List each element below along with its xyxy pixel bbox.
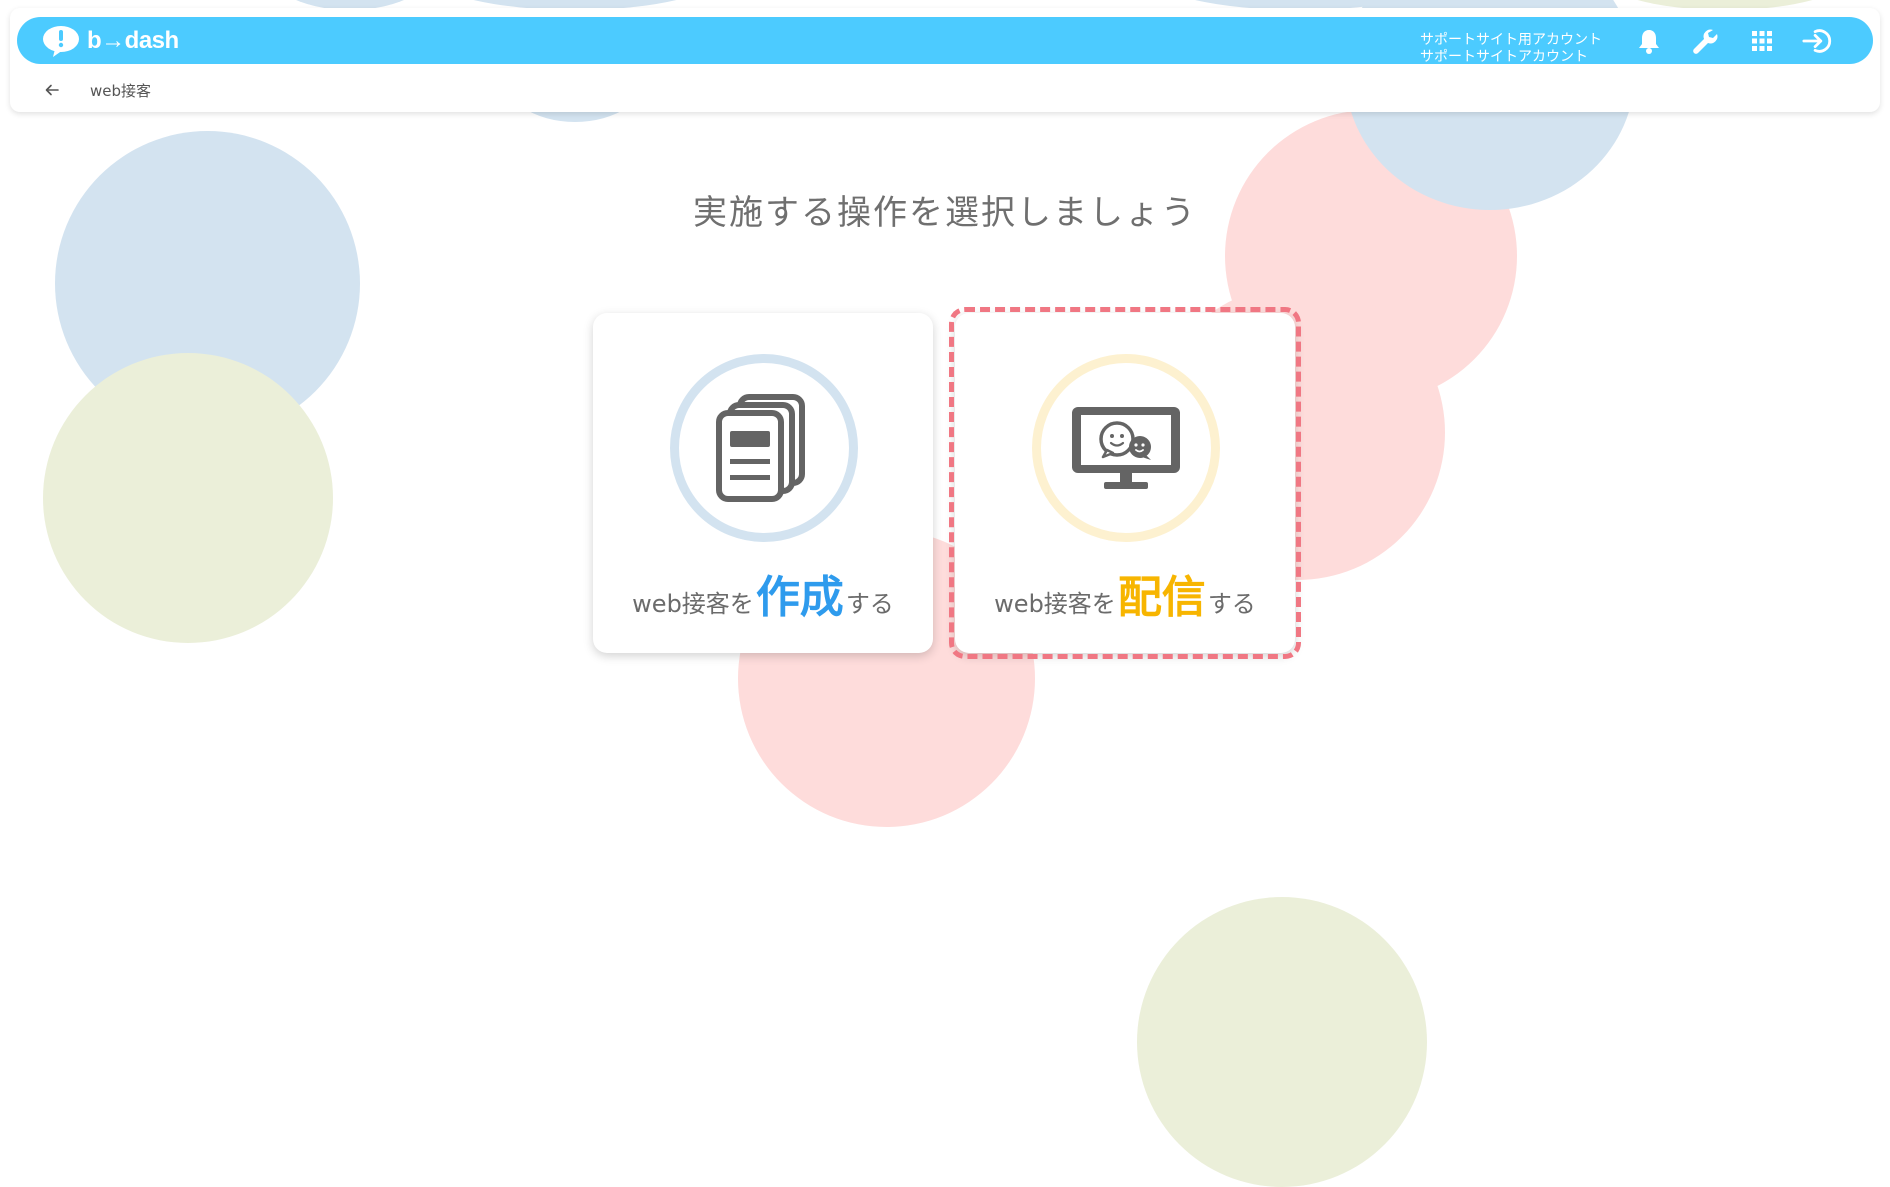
apps-grid-icon[interactable]: [1747, 26, 1777, 56]
icon-ring: [670, 354, 858, 542]
breadcrumb: web接客: [40, 78, 151, 102]
breadcrumb-label: web接客: [90, 81, 152, 100]
option-verb: 作成: [755, 572, 844, 623]
account-name: サポートサイト用アカウント: [1420, 32, 1602, 48]
page-title: 実施する操作を選択しましょう: [693, 193, 1197, 233]
wrench-icon[interactable]: [1690, 26, 1720, 56]
create-web-campaign-button[interactable]: web接客を作成する: [593, 313, 933, 653]
option-label: web接客を作成する: [593, 561, 933, 625]
account-sub-name: サポートサイトアカウント: [1420, 49, 1588, 65]
account-info[interactable]: サポートサイト用アカウント サポートサイトアカウント: [1420, 32, 1602, 66]
brand-name: b→dash: [87, 27, 179, 54]
option-suffix: する: [845, 590, 894, 618]
back-arrow-icon[interactable]: [40, 78, 64, 102]
speech-bubble-logo-icon: [43, 26, 79, 57]
selection-highlight: [949, 307, 1301, 659]
top-bar: b→dash サポートサイト用アカウント サポートサイトアカウント: [17, 17, 1873, 66]
option-prefix: web接客を: [632, 590, 754, 618]
bg-circle: [43, 353, 333, 643]
logout-icon[interactable]: [1802, 26, 1832, 56]
bell-icon[interactable]: [1634, 26, 1664, 56]
bg-circle: [1137, 897, 1427, 1187]
logo[interactable]: b→dash: [41, 24, 179, 58]
header: b→dash サポートサイト用アカウント サポートサイトアカウント web接客: [10, 8, 1880, 112]
document-stack-icon: [716, 394, 805, 502]
